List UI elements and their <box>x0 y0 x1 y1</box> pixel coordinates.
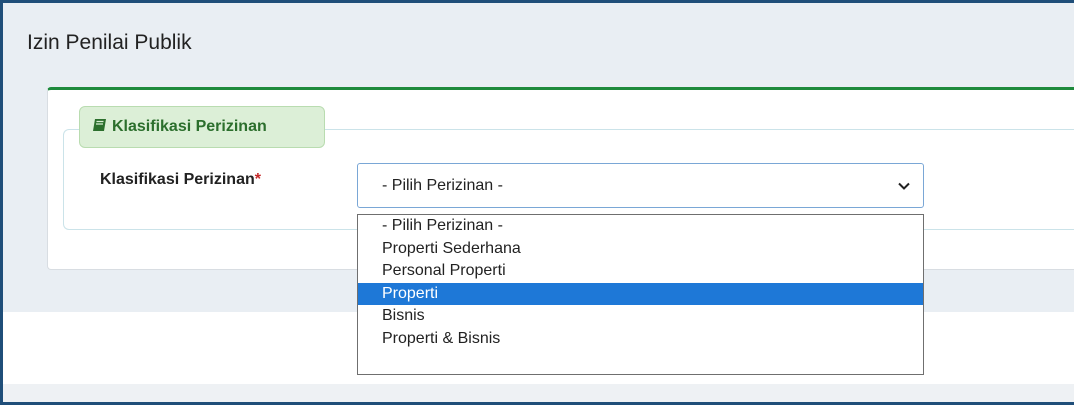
option-pilih-perizinan[interactable]: - Pilih Perizinan - <box>358 215 923 238</box>
klasifikasi-label-text: Klasifikasi Perizinan <box>100 171 255 188</box>
klasifikasi-label: Klasifikasi Perizinan* <box>100 171 261 189</box>
option-personal-properti[interactable]: Personal Properti <box>358 260 923 283</box>
required-asterisk: * <box>254 171 261 188</box>
klasifikasi-dropdown-list: - Pilih Perizinan - Properti Sederhana P… <box>357 214 924 375</box>
section-legend-label: Klasifikasi Perizinan <box>112 118 267 135</box>
option-bisnis[interactable]: Bisnis <box>358 305 923 328</box>
option-properti-bisnis[interactable]: Properti & Bisnis <box>358 328 923 351</box>
book-icon <box>92 118 108 137</box>
option-properti-sederhana[interactable]: Properti Sederhana <box>358 238 923 261</box>
option-properti[interactable]: Properti <box>358 282 923 305</box>
select-current-value: - Pilih Perizinan - <box>382 176 503 194</box>
footer-strip <box>3 384 1074 402</box>
section-legend: Klasifikasi Perizinan <box>79 106 325 148</box>
chevron-down-icon[interactable] <box>897 179 911 193</box>
klasifikasi-select[interactable]: - Pilih Perizinan - <box>357 163 924 208</box>
page-title: Izin Penilai Publik <box>27 31 192 54</box>
